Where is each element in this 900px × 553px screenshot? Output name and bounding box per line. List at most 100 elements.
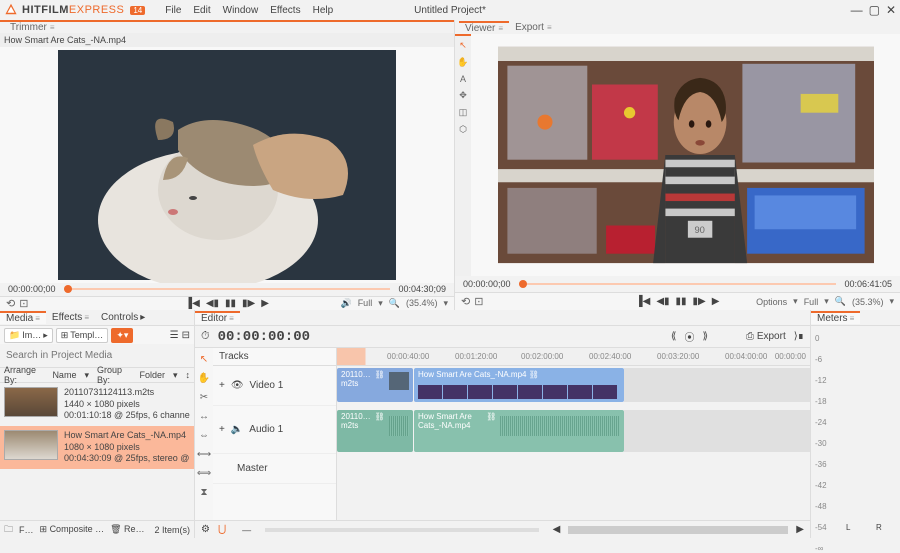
menu-effects[interactable]: Effects [270,5,300,16]
close-icon[interactable]: ✕ [886,3,896,17]
step-fwd-icon[interactable]: ▮▶ [693,296,706,307]
zoom-icon[interactable]: 🔍 [389,298,400,309]
add-track-icon[interactable]: + [219,380,225,391]
search-input[interactable] [4,348,190,363]
roll-tool-icon[interactable]: ⟺ [197,468,211,479]
pointer-tool-icon[interactable]: ↖ [200,354,208,365]
jump-end-icon[interactable]: ⟫ [702,331,708,342]
controls-tab[interactable]: Controls▸ [95,312,151,323]
zoom-value[interactable]: (35.4%) [406,298,438,308]
arrange-value[interactable]: Name [52,370,76,380]
audio-clip[interactable]: How Smart Are Cats_-NA.mp4 ⛓ [414,410,624,452]
export-tab[interactable]: Export≡ [509,22,558,33]
scroll-right-icon[interactable]: ▶ [796,524,804,535]
zoom-icon[interactable]: 🔍 [835,296,846,307]
text-tool-icon[interactable]: A [460,74,466,84]
timeline-ruler[interactable]: 00:00:40:00 00:01:20:00 00:02:00:00 00:0… [337,348,810,366]
menu-edit[interactable]: Edit [193,5,210,16]
zoom-value[interactable]: (35.3%) [852,297,884,307]
horizontal-scrollbar[interactable] [568,526,788,534]
group-value[interactable]: Folder [139,370,165,380]
prev-frame-icon[interactable]: ▐◀ [636,296,651,307]
media-meta: 00:04:30:09 @ 25fps, stereo @… [64,453,190,465]
menu-window[interactable]: Window [223,5,259,16]
full-label[interactable]: Full [358,298,373,308]
mark-icon[interactable]: ⊡ [19,297,28,310]
expand-icon[interactable]: ⟩∎ [794,331,804,342]
prev-frame-icon[interactable]: ▐◀ [185,298,200,309]
menu-help[interactable]: Help [313,5,334,16]
media-tab[interactable]: Media≡ [0,311,46,324]
video-track-header[interactable]: + 👁 Video 1 [213,366,336,406]
full-label[interactable]: Full [804,297,819,307]
slice-tool-icon[interactable]: ✂ [200,392,208,403]
timecode-display[interactable]: 00:00:00:00 [218,329,310,345]
video-clip[interactable]: 20110…m2ts ⛓ [337,368,413,402]
jump-start-icon[interactable]: ⟪ [671,331,677,342]
slip-tool-icon[interactable]: ↔ [199,411,209,422]
video-clip[interactable]: How Smart Are Cats_-NA.mp4 ⛓ [414,368,624,402]
play-icon[interactable]: ▶ [712,296,720,307]
snap-icon[interactable]: ⋃ [218,524,226,535]
list-view-icon[interactable]: ☰ [170,330,179,341]
audio-clip[interactable]: 20110…m2ts ⛓ [337,410,413,452]
templates-button[interactable]: ⊞Templ… [56,328,109,343]
export-button[interactable]: ⎙ Export [746,331,786,342]
play-icon[interactable]: ▶ [261,298,269,309]
scroll-left-icon[interactable]: ◀ [553,524,561,535]
select-tool-icon[interactable]: ↖ [459,40,467,51]
ripple-tool-icon[interactable]: ⟷ [197,449,211,460]
hand-tool-icon[interactable]: ✋ [198,373,210,384]
tracks-label: Tracks [213,348,336,366]
import-button[interactable]: 📁Im…▸ [4,328,53,343]
options-label[interactable]: Options [756,297,787,307]
master-track-header[interactable]: Master [213,454,336,484]
trimmer-tab[interactable]: Trimmer≡ [4,22,61,33]
mark-icon[interactable]: ⊡ [474,295,483,308]
composite-button[interactable]: ⊞ Composite … [40,524,105,535]
settings-icon[interactable]: ⚙ [201,524,210,535]
panel-menu-icon[interactable]: ≡ [50,23,55,32]
new-button[interactable]: ✦▾ [111,328,133,343]
pause-icon[interactable]: ▮▮ [676,296,687,307]
add-track-icon[interactable]: + [219,424,225,435]
sort-dir-icon[interactable]: ↕ [186,370,191,380]
crop-tool-icon[interactable]: ◫ [459,107,468,118]
undo-icon[interactable]: ⦿ [684,329,694,344]
viewer-tab[interactable]: Viewer≡ [459,21,509,34]
volume-icon[interactable]: 🔊 [340,298,351,309]
zoom-slider[interactable] [265,528,538,532]
mute-icon[interactable]: 🔈 [231,424,243,435]
step-fwd-icon[interactable]: ▮▶ [242,298,255,309]
loop-icon[interactable]: ⟲ [6,297,15,310]
media-item[interactable]: How Smart Are Cats_-NA.mp4 1080 × 1080 p… [0,426,194,469]
hand-tool-icon[interactable]: ✋ [457,57,468,68]
move-tool-icon[interactable]: ✥ [459,90,467,101]
grid-view-icon[interactable]: ⊟ [182,330,190,341]
folder-icon[interactable]: 🗀 [4,522,13,538]
menu-file[interactable]: File [165,5,181,16]
mask-tool-icon[interactable]: ⬡ [459,124,467,135]
maximize-icon[interactable]: ▢ [869,3,880,17]
playhead-icon[interactable]: ⏱ [201,330,210,343]
rate-tool-icon[interactable]: ⧗ [200,487,207,498]
step-back-icon[interactable]: ◀▮ [656,296,669,307]
trimmer-viewport[interactable] [0,47,454,283]
editor-tab[interactable]: Editor≡ [195,311,240,324]
viewer-viewport[interactable]: 90 [471,34,900,276]
remove-button[interactable]: 🗑 Re… [110,524,144,535]
effects-tab[interactable]: Effects≡ [46,312,95,323]
visibility-icon[interactable]: 👁 [231,380,244,391]
media-item[interactable]: 20110731124113.m2ts 1440 × 1080 pixels 0… [0,383,194,426]
meters-tab[interactable]: Meters≡ [811,311,860,324]
step-back-icon[interactable]: ◀▮ [206,298,219,309]
viewer-scrubber[interactable] [519,283,837,285]
minimize-icon[interactable]: — [851,3,863,17]
timeline[interactable]: 00:00:40:00 00:01:20:00 00:02:00:00 00:0… [337,348,810,520]
loop-icon[interactable]: ⟲ [461,295,470,308]
media-name: How Smart Are Cats_-NA.mp4 [64,430,190,442]
slide-tool-icon[interactable]: ⇔ [199,430,209,441]
trimmer-scrubber[interactable] [64,288,391,290]
pause-icon[interactable]: ▮▮ [225,298,236,309]
audio-track-header[interactable]: + 🔈 Audio 1 [213,406,336,454]
